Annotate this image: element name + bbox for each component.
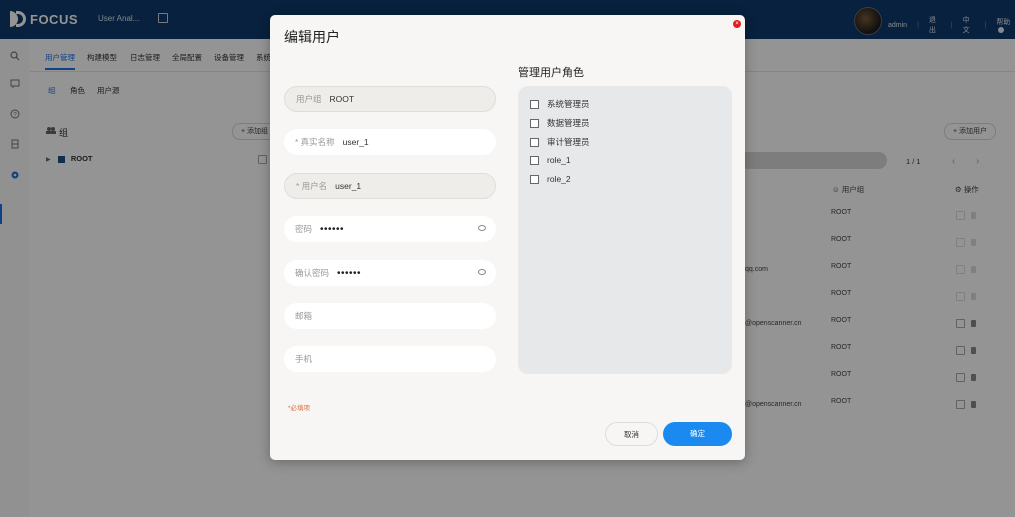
role-checkbox[interactable] <box>530 155 539 165</box>
eye-icon[interactable] <box>478 225 486 231</box>
role-checkbox[interactable] <box>530 174 539 184</box>
roles-panel: 系统管理员 数据管理员 审计管理员 role_1 role_2 <box>518 86 732 374</box>
role-option[interactable]: role_2 <box>530 174 571 184</box>
roles-title: 管理用户角色 <box>518 67 584 79</box>
role-checkbox[interactable] <box>530 99 539 109</box>
phone-placeholder: 手机 <box>295 354 313 364</box>
password-label: 密码 <box>295 224 313 234</box>
edit-user-dialog: 编辑用户 × 用户组 ROOT * 真实名称 user_1 * 用户名 user… <box>270 15 745 460</box>
confirm-password-value[interactable]: •••••• <box>337 268 361 279</box>
role-label: 审计管理员 <box>547 137 590 147</box>
password-value[interactable]: •••••• <box>320 224 344 235</box>
dialog-title: 编辑用户 <box>284 29 340 45</box>
cancel-button[interactable]: 取消 <box>605 422 658 446</box>
role-option[interactable]: role_1 <box>530 155 571 165</box>
phone-field[interactable]: 手机 <box>284 346 496 372</box>
role-option[interactable]: 数据管理员 <box>530 117 590 129</box>
eye-icon[interactable] <box>478 269 486 275</box>
close-icon[interactable]: × <box>733 20 741 28</box>
user-group-value: ROOT <box>329 94 355 104</box>
role-label: 系统管理员 <box>547 99 590 109</box>
role-checkbox[interactable] <box>530 137 539 147</box>
role-label: 数据管理员 <box>547 118 590 128</box>
realname-value[interactable]: user_1 <box>343 137 369 147</box>
username-label: * 用户名 <box>296 181 328 191</box>
username-value: user_1 <box>335 181 362 191</box>
role-label: role_2 <box>547 174 571 184</box>
confirm-password-field[interactable]: 确认密码 •••••• <box>284 260 496 286</box>
username-field: * 用户名 user_1 <box>284 173 496 199</box>
password-field[interactable]: 密码 •••••• <box>284 216 496 242</box>
user-group-field: 用户组 ROOT <box>284 86 496 112</box>
confirm-password-label: 确认密码 <box>295 268 330 278</box>
role-label: role_1 <box>547 155 571 165</box>
role-option[interactable]: 系统管理员 <box>530 98 590 110</box>
confirm-button[interactable]: 确定 <box>663 422 732 446</box>
role-option[interactable]: 审计管理员 <box>530 136 590 148</box>
realname-field[interactable]: * 真实名称 user_1 <box>284 129 496 155</box>
required-note: *必填项 <box>288 405 311 412</box>
email-field[interactable]: 邮箱 <box>284 303 496 329</box>
user-group-label: 用户组 <box>296 94 322 104</box>
role-checkbox[interactable] <box>530 118 539 128</box>
realname-label: * 真实名称 <box>295 137 335 147</box>
email-placeholder: 邮箱 <box>295 311 313 321</box>
